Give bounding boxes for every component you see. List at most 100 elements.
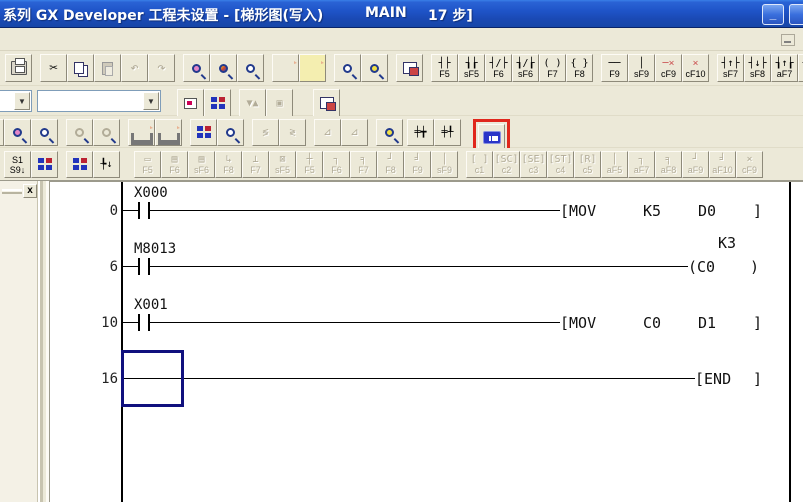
menu-item[interactable] (126, 36, 144, 42)
device-select[interactable]: ▼ (37, 90, 161, 112)
verify-button[interactable]: ▣ (266, 89, 293, 117)
sfc-fkey-button[interactable]: ▤ sF6 (188, 151, 215, 178)
window-switch-button[interactable] (396, 54, 423, 82)
sfc-ckey-button[interactable]: ┐ aF7 (628, 151, 655, 178)
project-tree-item[interactable] (0, 260, 38, 279)
undo-button[interactable]: ↶ (121, 54, 148, 82)
data-tree-button[interactable] (204, 89, 231, 117)
panel-close-button[interactable]: x (23, 184, 37, 198)
device-find-button[interactable] (237, 54, 264, 82)
sfc-fkey-button[interactable]: ╛ F9 (404, 151, 431, 178)
fkey-button[interactable]: ┧/┟ sF6 (512, 54, 539, 82)
program-select[interactable]: ▼ (0, 90, 32, 112)
fkey-button[interactable]: ┧↑┟ aF7 (771, 54, 798, 82)
insert-write-button[interactable] (299, 54, 326, 82)
sfc-block-button[interactable] (31, 151, 58, 178)
sfc-fkey-button[interactable]: ↳ F8 (215, 151, 242, 178)
redo-button[interactable]: ↷ (148, 54, 175, 82)
monitor-stop-button[interactable] (93, 119, 120, 146)
sfc-step-button[interactable]: S1 S9↓ (4, 151, 31, 178)
menu-item[interactable] (90, 36, 108, 42)
menu-item[interactable] (0, 36, 18, 42)
sfc-ckey-button[interactable]: [ST] c4 (547, 151, 574, 178)
device-monitor-button[interactable] (361, 54, 388, 82)
sfc-fkey-button[interactable]: ⊥ F7 (242, 151, 269, 178)
copy-button[interactable] (67, 54, 94, 82)
menu-item[interactable] (144, 36, 162, 42)
menu-item[interactable] (18, 36, 36, 42)
window-prev-button[interactable]: ⊿ (314, 119, 341, 146)
sfc-ckey-button[interactable]: │ aF5 (601, 151, 628, 178)
param-button[interactable]: ▼▲ (239, 89, 266, 117)
sfc-fkey-button[interactable]: ┘ F8 (377, 151, 404, 178)
menu-item[interactable] (54, 36, 72, 42)
device-test-edit-button[interactable] (31, 119, 58, 146)
fkey-button[interactable]: × cF10 (682, 54, 709, 82)
project-data-button[interactable] (177, 89, 204, 117)
fkey-button[interactable]: { } F8 (566, 54, 593, 82)
sfc-fkey-button[interactable]: ┼ F5 (296, 151, 323, 178)
find-button[interactable] (183, 54, 210, 82)
project-tree-item[interactable] (0, 279, 38, 298)
window-next-button[interactable]: ⊿ (341, 119, 368, 146)
cut-button[interactable]: ✂ (40, 54, 67, 82)
dropdown-arrow-icon[interactable]: ▼ (143, 92, 159, 110)
fkey-button[interactable]: │ sF9 (628, 54, 655, 82)
project-tree-item[interactable] (0, 241, 38, 260)
sfc-fkey-button[interactable]: │ sF9 (431, 151, 458, 178)
ladder-logic-test-button[interactable] (478, 124, 505, 151)
ladder-write-button[interactable] (128, 119, 155, 146)
sfc-ckey-button[interactable]: ╛ aF10 (709, 151, 736, 178)
sfc-ckey-button[interactable]: [SE] c3 (520, 151, 547, 178)
monitor-clock-button[interactable] (217, 119, 244, 146)
sfc-ckey-button[interactable]: [ ] c1 (466, 151, 493, 178)
step-run-button[interactable]: ≶ (252, 119, 279, 146)
menu-item[interactable] (36, 36, 54, 42)
fkey-button[interactable]: ┧↓┟ aF8 (798, 54, 803, 82)
project-tree-item[interactable] (0, 203, 38, 222)
sfc-ckey-button[interactable]: × cF9 (736, 151, 763, 178)
comment-grid-button[interactable] (190, 119, 217, 146)
write-mode-button[interactable] (272, 54, 299, 82)
sfc-grid-button[interactable] (66, 151, 93, 178)
ladder-canvas[interactable]: 0 X000 [MOV K5 D0 ] 6 M8013 K3 (C0 ) 10 … (50, 181, 803, 502)
fkey-button[interactable]: ┤├ F5 (431, 54, 458, 82)
print-button[interactable] (5, 54, 32, 82)
sfc-fkey-button[interactable]: ╕ F7 (350, 151, 377, 178)
fkey-button[interactable]: ── F9 (601, 54, 628, 82)
fkey-button[interactable]: ┤↑├ sF7 (717, 54, 744, 82)
maximize-button[interactable] (789, 4, 803, 25)
panel-grab-handle[interactable] (2, 189, 22, 194)
menu-item[interactable] (72, 36, 90, 42)
project-tree-item[interactable] (0, 222, 38, 241)
sfc-fkey-button[interactable]: ▭ F5 (134, 151, 161, 178)
edit-cursor[interactable] (121, 350, 184, 407)
sfc-ckey-button[interactable]: [SC] c2 (493, 151, 520, 178)
dropdown-arrow-icon[interactable]: ▼ (14, 92, 30, 110)
sfc-ckey-button[interactable]: [R] c5 (574, 151, 601, 178)
find-replace-button[interactable] (210, 54, 237, 82)
mdi-minimize-button[interactable] (781, 34, 795, 46)
sfc-fkey-button[interactable]: ▤ F6 (161, 151, 188, 178)
fkey-button[interactable]: ┤↓├ sF8 (744, 54, 771, 82)
monitor-start-button[interactable] (66, 119, 93, 146)
ladder-read-button[interactable] (155, 119, 182, 146)
sfc-ckey-button[interactable]: ╕ aF8 (655, 151, 682, 178)
menu-item[interactable] (108, 36, 126, 42)
fkey-button[interactable]: ( ) F7 (539, 54, 566, 82)
sfc-fkey-button[interactable]: ┐ F6 (323, 151, 350, 178)
fkey-button[interactable]: ┧┟ sF5 (458, 54, 485, 82)
sfc-ckey-button[interactable]: ┘ aF9 (682, 151, 709, 178)
step-stop-button[interactable]: ≷ (279, 119, 306, 146)
fkey-button[interactable]: ┤/├ F6 (485, 54, 512, 82)
fkey-button[interactable]: ─× cF9 (655, 54, 682, 82)
sfc-fkey-button[interactable]: ⊠ sF5 (269, 151, 296, 178)
circuit-monitor-button[interactable] (334, 54, 361, 82)
list-view-button[interactable] (313, 89, 340, 117)
panel-titlebar[interactable]: x (0, 183, 38, 201)
contact-find-button[interactable] (376, 119, 403, 146)
device-test-button[interactable] (4, 119, 31, 146)
panel-splitter[interactable] (39, 181, 50, 502)
ladder-block-up-button[interactable]: ╪╈ (407, 119, 434, 146)
ladder-block-down-button[interactable]: ╪╀ (434, 119, 461, 146)
